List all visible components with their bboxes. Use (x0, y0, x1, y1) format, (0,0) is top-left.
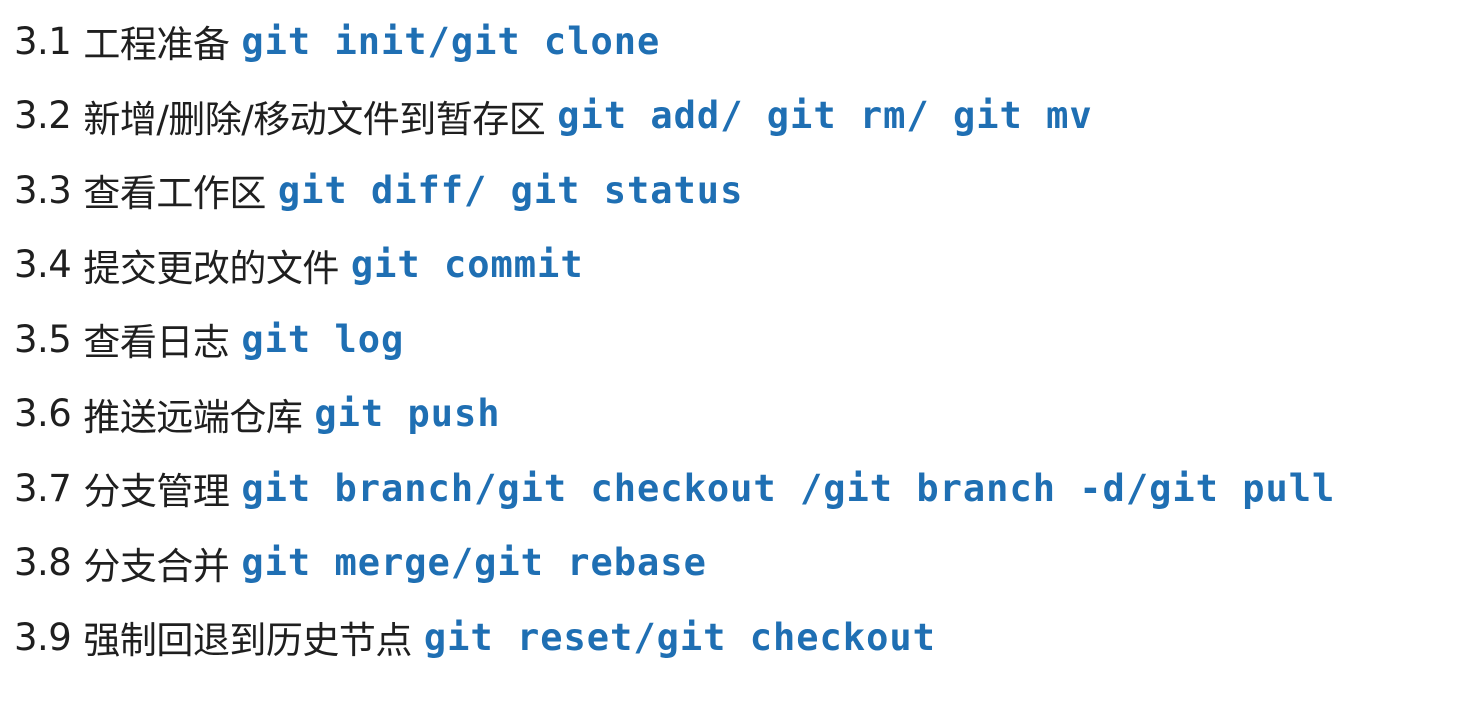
item-number: 3.8 (14, 541, 72, 585)
list-item: 3.1 工程准备 git init/git clone (14, 4, 1335, 79)
list-item: 3.7 分支管理 git branch/git checkout /git br… (14, 451, 1335, 526)
item-number: 3.7 (14, 466, 72, 510)
item-number: 3.6 (14, 392, 72, 436)
item-label: 分支合并 (83, 544, 230, 588)
list-item: 3.4 提交更改的文件 git commit (14, 228, 1335, 303)
item-command: git merge/git rebase (241, 541, 707, 585)
item-number: 3.4 (14, 243, 72, 287)
item-label: 查看日志 (83, 321, 230, 365)
item-label: 提交更改的文件 (83, 246, 339, 290)
item-command: git commit (350, 243, 584, 287)
item-number: 3.2 (14, 94, 72, 138)
item-label: 工程准备 (83, 23, 230, 67)
item-label: 新增/删除/移动文件到暂存区 (83, 97, 546, 141)
item-command: git reset/git checkout (423, 615, 936, 659)
item-label: 分支管理 (83, 470, 230, 514)
item-label: 推送远端仓库 (83, 395, 303, 439)
item-number: 3.5 (14, 317, 72, 361)
item-number: 3.9 (14, 615, 72, 659)
list-item: 3.2 新增/删除/移动文件到暂存区 git add/ git rm/ git … (14, 79, 1335, 154)
git-command-list: 3.1 工程准备 git init/git clone 3.2 新增/删除/移动… (14, 0, 1335, 675)
item-command: git log (241, 317, 405, 361)
list-item: 3.9 强制回退到历史节点 git reset/git checkout (14, 600, 1335, 675)
list-item: 3.5 查看日志 git log (14, 302, 1335, 377)
item-command: git diff/ git status (277, 168, 744, 212)
item-number: 3.1 (14, 19, 72, 63)
list-item: 3.6 推送远端仓库 git push (14, 377, 1335, 452)
item-label: 强制回退到历史节点 (83, 619, 412, 663)
item-command: git branch/git checkout /git branch -d/g… (241, 466, 1336, 510)
item-label: 查看工作区 (83, 172, 266, 216)
slide-page: 3.1 工程准备 git init/git clone 3.2 新增/删除/移动… (0, 0, 1474, 718)
list-item: 3.3 查看工作区 git diff/ git status (14, 153, 1335, 228)
item-command: git init/git clone (241, 19, 661, 63)
item-command: git add/ git rm/ git mv (557, 94, 1093, 138)
list-item: 3.8 分支合并 git merge/git rebase (14, 526, 1335, 601)
item-command: git push (314, 392, 501, 436)
item-number: 3.3 (14, 168, 72, 212)
